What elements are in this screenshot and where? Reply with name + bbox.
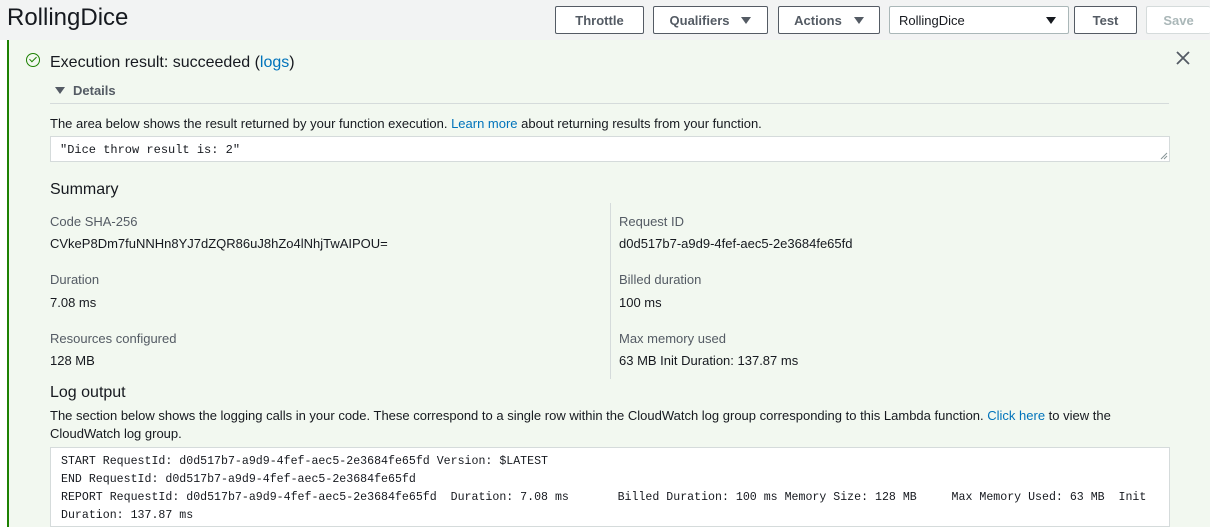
log-output-heading: Log output: [50, 384, 126, 401]
result-description-text: The area below shows the result returned…: [50, 116, 452, 131]
click-here-link[interactable]: Click here: [987, 408, 1045, 423]
logs-link[interactable]: logs: [260, 54, 289, 71]
summary-heading: Summary: [50, 181, 119, 198]
save-button-label: Save: [1163, 12, 1194, 28]
caret-down-icon: [55, 87, 65, 94]
result-title-suffix: ): [289, 54, 295, 71]
resources-configured-value: 128 MB: [50, 353, 95, 368]
close-icon[interactable]: [1175, 50, 1191, 66]
test-event-select[interactable]: RollingDice: [889, 6, 1069, 34]
duration-label: Duration: [50, 272, 100, 287]
result-title-text: Execution result: succeeded (: [50, 54, 260, 71]
qualifiers-button-label: Qualifiers: [669, 12, 730, 28]
result-description-suffix: about returning results from your functi…: [517, 116, 762, 131]
log-output-box[interactable]: START RequestId: d0d517b7-a9d9-4fef-aec5…: [50, 447, 1170, 527]
result-description: The area below shows the result returned…: [50, 116, 762, 131]
function-name-title: RollingDice: [7, 4, 129, 31]
caret-down-icon: [853, 16, 864, 24]
learn-more-link[interactable]: Learn more: [451, 116, 517, 131]
actions-button-label: Actions: [794, 12, 842, 28]
throttle-button[interactable]: Throttle: [555, 6, 644, 34]
execution-result-panel: Execution result: succeeded (logs) Detai…: [7, 40, 1210, 527]
test-event-select-value: RollingDice: [899, 12, 965, 28]
divider: [50, 103, 1169, 104]
log-description-text: The section below shows the logging call…: [50, 408, 988, 423]
throttle-button-label: Throttle: [575, 12, 624, 28]
test-button-label: Test: [1092, 12, 1119, 28]
max-memory-used-label: Max memory used: [619, 331, 726, 346]
max-memory-used-value: 63 MB Init Duration: 137.87 ms: [619, 353, 799, 368]
duration-value: 7.08 ms: [50, 295, 97, 310]
billed-duration-label: Billed duration: [619, 272, 702, 287]
resize-handle-icon[interactable]: [1160, 152, 1168, 160]
execution-result-title: Execution result: succeeded (logs): [50, 54, 295, 72]
column-divider: [610, 203, 611, 379]
resources-configured-label: Resources configured: [50, 331, 177, 346]
code-sha-label: Code SHA-256: [50, 214, 138, 229]
caret-down-icon: [1046, 17, 1056, 24]
result-output-value: "Dice throw result is: 2": [60, 143, 241, 157]
header-bar: RollingDice Throttle Qualifiers Actions …: [0, 0, 1210, 40]
save-button[interactable]: Save: [1146, 6, 1210, 34]
request-id-label: Request ID: [619, 214, 685, 229]
details-toggle[interactable]: Details: [55, 83, 116, 98]
code-sha-value: CVkeP8Dm7fuNNHn8YJ7dZQR86uJ8hZo4lNhjTwAI…: [50, 236, 388, 251]
request-id-value: d0d517b7-a9d9-4fef-aec5-2e3684fe65fd: [619, 236, 853, 251]
qualifiers-dropdown-button[interactable]: Qualifiers: [653, 6, 768, 34]
billed-duration-value: 100 ms: [619, 295, 662, 310]
log-output-description: The section below shows the logging call…: [50, 407, 1140, 443]
caret-down-icon: [741, 16, 752, 24]
success-check-icon: [26, 53, 40, 67]
result-output-textarea[interactable]: "Dice throw result is: 2": [50, 136, 1170, 162]
test-button[interactable]: Test: [1074, 6, 1137, 34]
details-label: Details: [73, 83, 116, 98]
actions-dropdown-button[interactable]: Actions: [778, 6, 880, 34]
